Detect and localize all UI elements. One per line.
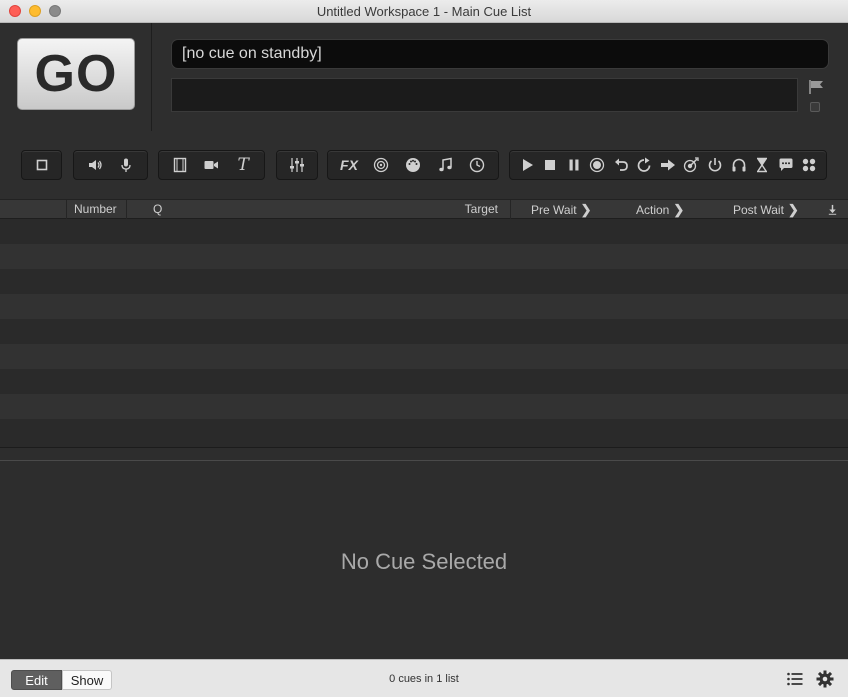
fx-icon-label: FX — [340, 157, 358, 173]
chevron-right-icon: ❯ — [787, 202, 799, 217]
cue-toolbar: T FX — [0, 131, 848, 199]
empty-row — [0, 219, 848, 244]
chevron-right-icon: ❯ — [580, 202, 592, 217]
empty-row — [0, 394, 848, 419]
go-panel: GO — [0, 23, 152, 131]
fx-icon[interactable]: FX — [339, 155, 359, 175]
standby-display: [no cue on standby] — [171, 39, 829, 69]
empty-row — [0, 369, 848, 394]
column-action-label: Action — [636, 203, 670, 217]
window-title: Untitled Workspace 1 - Main Cue List — [316, 4, 532, 19]
hourglass-icon[interactable] — [752, 155, 772, 175]
toolbar-group-group — [21, 150, 62, 180]
play-icon[interactable] — [517, 155, 537, 175]
column-post-wait-label: Post Wait — [733, 203, 784, 217]
fader-icon[interactable] — [287, 155, 307, 175]
power-icon[interactable] — [705, 155, 725, 175]
empty-row — [0, 294, 848, 319]
undo-icon[interactable] — [611, 155, 631, 175]
target-icon[interactable] — [371, 155, 391, 175]
music-note-icon[interactable] — [435, 155, 455, 175]
column-options-button[interactable] — [822, 200, 842, 219]
column-number-label: Number — [74, 202, 117, 216]
dart-icon[interactable] — [681, 155, 701, 175]
record-icon[interactable] — [587, 155, 607, 175]
stop-icon[interactable] — [540, 155, 560, 175]
column-target[interactable]: Target — [446, 200, 510, 219]
footer-bar: Edit Show 0 cues in 1 list — [0, 659, 848, 697]
headphones-icon[interactable] — [729, 155, 749, 175]
speaker-icon[interactable] — [85, 155, 105, 175]
no-cue-selected-message: No Cue Selected — [340, 549, 508, 574]
cue-list[interactable] — [0, 219, 848, 447]
film-icon[interactable] — [170, 155, 190, 175]
cue-list-header: Number Q Target Pre Wait ❯ Action ❯ Post W… — [0, 199, 848, 219]
column-number[interactable]: Number — [66, 200, 126, 219]
inspector-panel: No Cue Selected — [0, 461, 848, 659]
column-target-label: Target — [464, 202, 498, 216]
speech-bubble-icon[interactable] — [776, 155, 796, 175]
microphone-icon[interactable] — [116, 155, 136, 175]
flag-icon[interactable] — [808, 79, 826, 95]
go-button[interactable]: GO — [17, 38, 135, 110]
toolbar-group-audio — [73, 150, 148, 180]
pause-icon[interactable] — [564, 155, 584, 175]
grid-icon[interactable] — [799, 155, 819, 175]
chevron-right-icon: ❯ — [673, 202, 685, 217]
column-pre-wait[interactable]: Pre Wait ❯ — [510, 200, 612, 219]
column-post-wait[interactable]: Post Wait ❯ — [709, 200, 817, 219]
list-icon[interactable] — [786, 670, 804, 688]
cue-count-status: 0 cues in 1 list — [389, 673, 459, 685]
toolbar-group-fade — [276, 150, 318, 180]
app-window: Untitled Workspace 1 - Main Cue List GO … — [0, 0, 848, 697]
column-action[interactable]: Action ❯ — [612, 200, 709, 219]
split-view-divider[interactable] — [0, 447, 848, 461]
empty-row — [0, 319, 848, 344]
header: GO [no cue on standby] — [0, 23, 848, 131]
column-q[interactable]: Q — [126, 200, 446, 219]
notes-toggle-checkbox[interactable] — [810, 102, 820, 112]
cue-notes-field[interactable] — [171, 78, 798, 112]
empty-row — [0, 344, 848, 369]
text-icon-label: T — [237, 155, 249, 175]
midi-icon[interactable] — [403, 155, 423, 175]
toolbar-group-video: T — [158, 150, 265, 180]
column-pre-wait-label: Pre Wait — [531, 203, 577, 217]
camera-icon[interactable] — [201, 155, 221, 175]
redo-icon[interactable] — [634, 155, 654, 175]
toolbar-group-transport — [509, 150, 827, 180]
column-q-label: Q — [153, 202, 163, 216]
empty-row — [0, 419, 848, 447]
group-icon[interactable] — [32, 155, 52, 175]
gear-icon[interactable] — [816, 670, 834, 688]
toolbar-group-control: FX — [327, 150, 499, 180]
empty-row — [0, 269, 848, 294]
empty-row — [0, 244, 848, 269]
arrow-down-icon — [828, 204, 836, 215]
clock-icon[interactable] — [467, 155, 487, 175]
title-bar: Untitled Workspace 1 - Main Cue List — [0, 0, 848, 23]
arrow-right-icon[interactable] — [658, 155, 678, 175]
text-icon[interactable]: T — [233, 155, 253, 175]
